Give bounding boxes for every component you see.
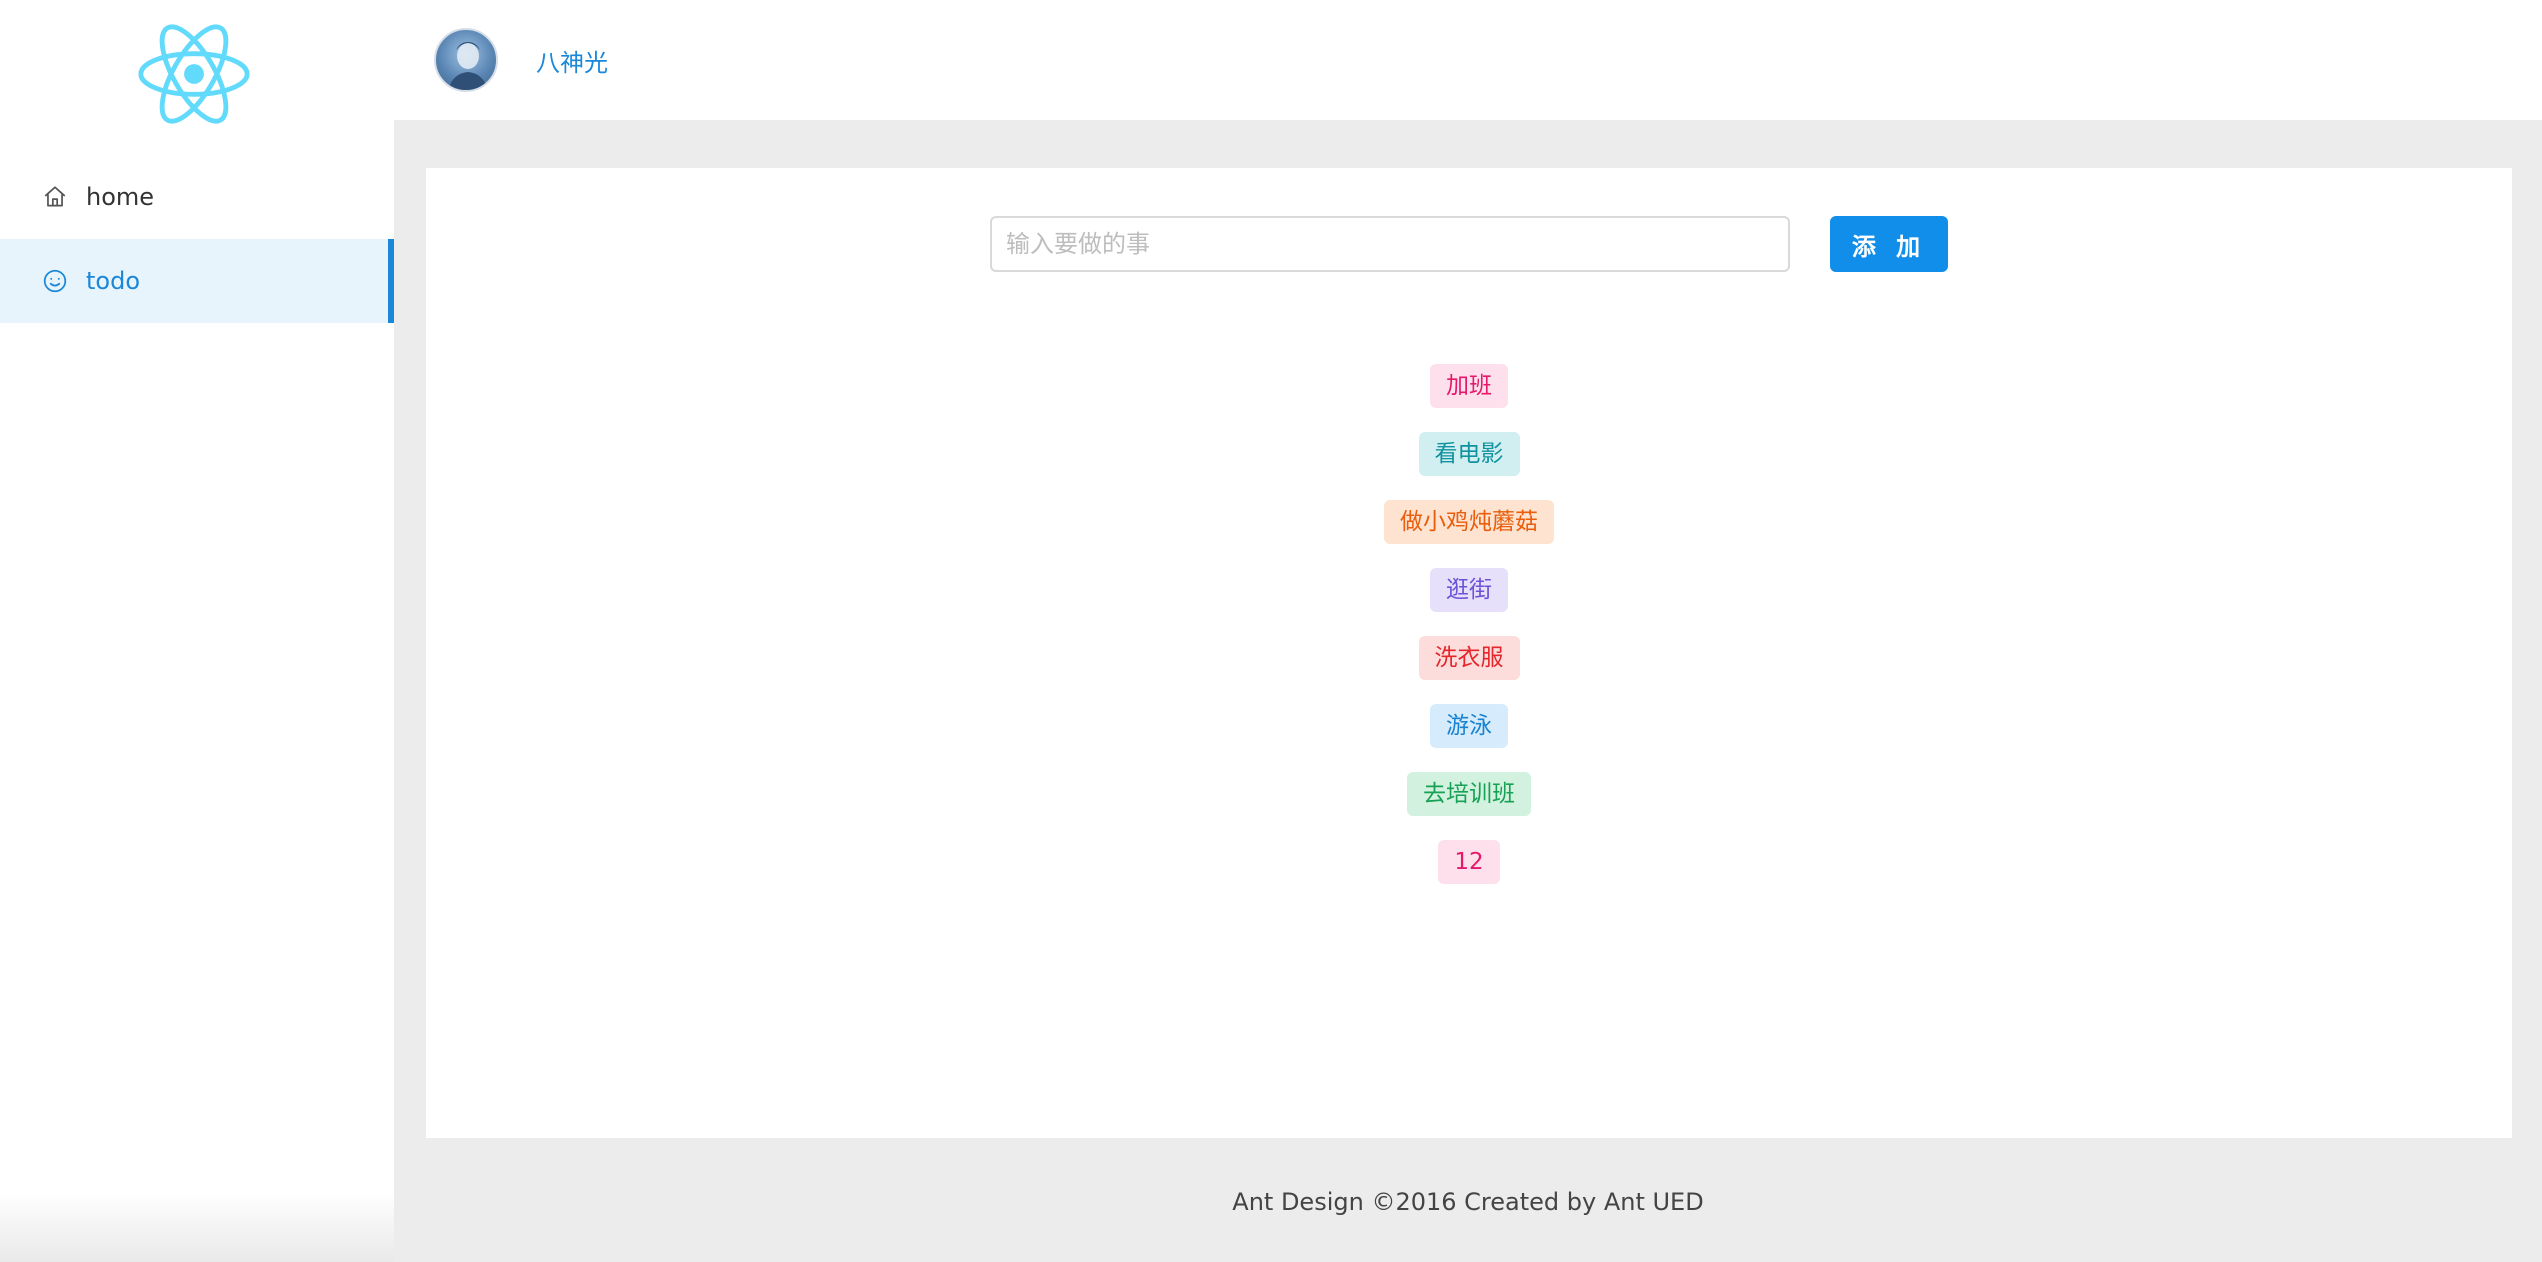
top-header: 八神光 [394,0,2542,120]
react-logo-icon[interactable] [136,20,252,128]
sidebar-item-label: home [86,183,155,211]
footer-text: Ant Design ©2016 Created by Ant UED [1232,1188,1704,1216]
avatar[interactable] [434,28,498,92]
home-icon [42,184,68,210]
todo-tag[interactable]: 洗衣服 [1418,636,1520,680]
todo-tag[interactable]: 逛街 [1430,568,1508,612]
todo-panel: 添 加 加班看电影做小鸡炖蘑菇逛街洗衣服游泳去培训班 12 [426,168,2512,1138]
username-link[interactable]: 八神光 [536,43,608,78]
sidebar: home todo [0,0,394,1262]
todo-input[interactable] [992,218,1788,270]
footer: Ant Design ©2016 Created by Ant UED [394,1172,2542,1232]
add-button[interactable]: 添 加 [1830,216,1948,272]
sidebar-menu: home todo [0,155,394,323]
todo-tag[interactable]: 看电影 [1418,432,1520,476]
app-root: home todo 八神光 输入要做的事 添 加 加班 看电影 做小鸡炖蘑菇 逛… [0,0,2542,1262]
todo-tag[interactable]: 做小鸡炖蘑菇 [1384,500,1554,544]
todo-tag[interactable]: 12 [1438,840,1500,884]
todo-list: 加班看电影做小鸡炖蘑菇 逛街洗衣服游泳去培训班 12 [426,364,2512,908]
todo-input-wrapper [990,216,1790,272]
todo-tag[interactable]: 去培训班 [1407,772,1531,816]
smile-icon [42,268,68,294]
todo-tag[interactable]: 加班 [1430,364,1508,408]
sidebar-item-home[interactable]: home [0,155,394,239]
todo-tag[interactable]: 游泳 [1430,704,1508,748]
sidebar-item-label: todo [86,267,141,295]
sidebar-item-todo[interactable]: todo [0,239,394,323]
